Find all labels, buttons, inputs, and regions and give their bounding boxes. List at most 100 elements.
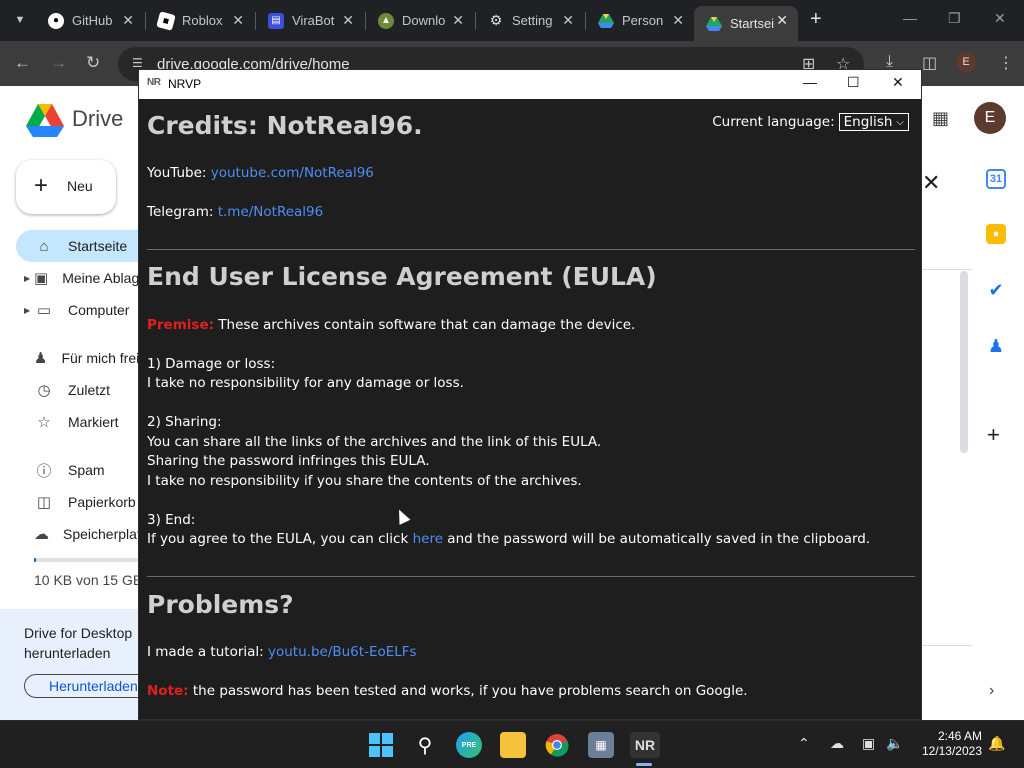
agree-here-link[interactable]: here <box>413 531 443 547</box>
sidebar-item-home[interactable]: ⌂ Startseite <box>16 230 146 262</box>
sidebar-item-label: Papierkorb <box>68 494 136 510</box>
language-select-value: English <box>843 114 893 130</box>
nrvp-content: Credits: NotReal96. Current language: En… <box>147 99 915 719</box>
telegram-label: Telegram: <box>147 204 214 220</box>
tab-title: Startsei <box>730 16 775 31</box>
tasks-icon[interactable]: ✔ <box>986 280 1006 300</box>
sidebar-item-trash[interactable]: ◫ Papierkorb <box>16 486 146 518</box>
nrvp-taskbar-button[interactable]: NR <box>630 732 660 758</box>
tab-download[interactable]: ▲ Downlo ✕ <box>366 6 474 35</box>
youtube-link[interactable]: youtube.com/NotReal96 <box>211 165 374 181</box>
sidebar-item-computers[interactable]: ▶ ▭ Computer <box>16 294 146 326</box>
tab-title: ViraBot <box>292 13 335 28</box>
clock-icon: ◷ <box>37 382 51 399</box>
tab-close-icon[interactable]: ✕ <box>452 12 464 29</box>
panel-scrollbar[interactable] <box>960 271 968 453</box>
expand-caret-icon[interactable]: ▶ <box>24 306 30 315</box>
chrome-icon[interactable] <box>544 732 570 758</box>
system-clock[interactable]: 2:46 AM 12/13/2023 <box>918 729 982 759</box>
edge-pre-icon[interactable]: PRE <box>456 732 482 758</box>
windows-start-icon[interactable] <box>368 732 394 758</box>
restore-icon[interactable]: ❐ <box>948 10 961 27</box>
reload-icon[interactable]: ↻ <box>86 53 100 73</box>
chrome-menu-icon[interactable]: ⋮ <box>998 53 1014 73</box>
tab-settings[interactable]: ⚙ Setting ✕ <box>476 6 584 35</box>
new-tab-icon[interactable]: + <box>810 8 822 31</box>
close-window-icon[interactable]: ✕ <box>892 74 904 91</box>
sidebar-item-recent[interactable]: ◷ Zuletzt <box>16 374 146 406</box>
minimize-icon[interactable]: — <box>903 10 917 26</box>
sidebar-item-spam[interactable]: ⓘ Spam <box>16 454 146 486</box>
tab-github[interactable]: ● GitHub ✕ <box>36 6 144 35</box>
tab-close-icon[interactable]: ✕ <box>122 12 134 29</box>
youtube-row: YouTube: youtube.com/NotReal96 <box>147 165 374 181</box>
section-3-text: If you agree to the EULA, you can click … <box>147 531 870 547</box>
add-addon-icon[interactable]: + <box>987 422 1000 448</box>
close-panel-icon[interactable]: ✕ <box>922 170 940 196</box>
tutorial-link[interactable]: youtu.be/Bu6t-EoELFs <box>268 644 417 660</box>
sidebar-item-shared[interactable]: ♟ Für mich freigegeben <box>16 342 146 374</box>
sidebar-item-label: Computer <box>68 302 130 318</box>
forward-icon[interactable]: → <box>50 53 67 73</box>
file-explorer-icon[interactable] <box>500 732 526 758</box>
tab-roblox[interactable]: ■ Roblox ✕ <box>146 6 254 35</box>
chrome-profile-avatar[interactable]: E <box>956 52 976 72</box>
tab-startseite[interactable]: Startsei ✕ <box>694 6 798 41</box>
tab-title: Roblox <box>182 13 223 28</box>
tab-title: Person <box>622 13 664 28</box>
back-icon[interactable]: ← <box>14 53 31 73</box>
section-1-title: 1) Damage or loss: <box>147 356 276 372</box>
tab-close-icon[interactable]: ✕ <box>232 12 244 29</box>
sidebar-item-label: Spam <box>68 462 105 478</box>
premise-label: Premise: <box>147 317 214 333</box>
sidebar-item-label: Startseite <box>68 238 128 254</box>
site-info-icon[interactable]: ☰ <box>132 56 143 70</box>
calendar-icon[interactable]: 31 <box>986 169 1006 189</box>
tab-close-icon[interactable]: ✕ <box>776 12 788 29</box>
divider <box>147 249 915 250</box>
download-site-icon: ▲ <box>378 12 394 29</box>
problems-heading: Problems? <box>147 590 294 619</box>
chevron-right-icon[interactable]: › <box>989 682 994 700</box>
keep-icon[interactable]: ● <box>986 224 1006 244</box>
panel-divider <box>922 269 972 270</box>
sidebar-item-storage[interactable]: ☁ Speicherplatz <box>16 518 146 550</box>
drive-icon <box>598 13 614 29</box>
language-select[interactable]: English ⌵ <box>838 113 909 131</box>
nrvp-window: NR NRVP — ☐ ✕ Credits: NotReal96. Curren… <box>138 69 922 720</box>
installer-icon[interactable]: ▦ <box>588 732 614 758</box>
download-button[interactable]: Herunterladen <box>24 674 154 698</box>
tab-search-chevron-icon[interactable]: ▼ <box>8 8 32 32</box>
close-window-icon[interactable]: ✕ <box>994 10 1006 27</box>
account-avatar[interactable]: E <box>974 102 1006 134</box>
google-apps-icon[interactable]: ▦ <box>932 108 949 129</box>
new-button[interactable]: + Neu <box>16 160 116 214</box>
tab-close-icon[interactable]: ✕ <box>562 12 574 29</box>
tray-overflow-chevron-icon[interactable]: ⌃ <box>798 735 810 752</box>
maximize-icon[interactable]: ☐ <box>847 74 860 91</box>
tab-close-icon[interactable]: ✕ <box>342 12 354 29</box>
storage-usage-bar <box>34 558 138 562</box>
window-title: NRVP <box>168 77 202 91</box>
virabot-icon: ▤ <box>268 12 284 29</box>
computer-icon: ▭ <box>36 302 52 319</box>
tab-personal[interactable]: Person ✕ <box>586 6 694 35</box>
volume-muted-icon[interactable]: 🔈 <box>886 735 903 752</box>
minimize-icon[interactable]: — <box>803 74 817 90</box>
tab-virabot[interactable]: ▤ ViraBot ✕ <box>256 6 364 35</box>
tab-close-icon[interactable]: ✕ <box>672 12 684 29</box>
contacts-icon[interactable]: ♟ <box>986 336 1006 356</box>
side-panel-icon[interactable]: ◫ <box>922 53 937 73</box>
search-icon[interactable]: ⚲ <box>412 732 438 758</box>
notification-bell-icon[interactable]: 🔔 <box>988 735 1005 752</box>
tab-title: GitHub <box>72 13 113 28</box>
eula-heading: End User License Agreement (EULA) <box>147 262 657 291</box>
sidebar-item-starred[interactable]: ☆ Markiert <box>16 406 146 438</box>
premise-row: Premise: These archives contain software… <box>147 317 635 333</box>
onedrive-icon[interactable]: ☁ <box>830 735 844 752</box>
telegram-link[interactable]: t.me/NotReal96 <box>218 204 324 220</box>
display-icon[interactable]: ▣ <box>862 735 875 752</box>
sidebar-item-my-drive[interactable]: ▶ ▣ Meine Ablage <box>16 262 146 294</box>
sidebar-item-label: Für mich freigegeben <box>61 350 146 366</box>
expand-caret-icon[interactable]: ▶ <box>24 274 30 283</box>
